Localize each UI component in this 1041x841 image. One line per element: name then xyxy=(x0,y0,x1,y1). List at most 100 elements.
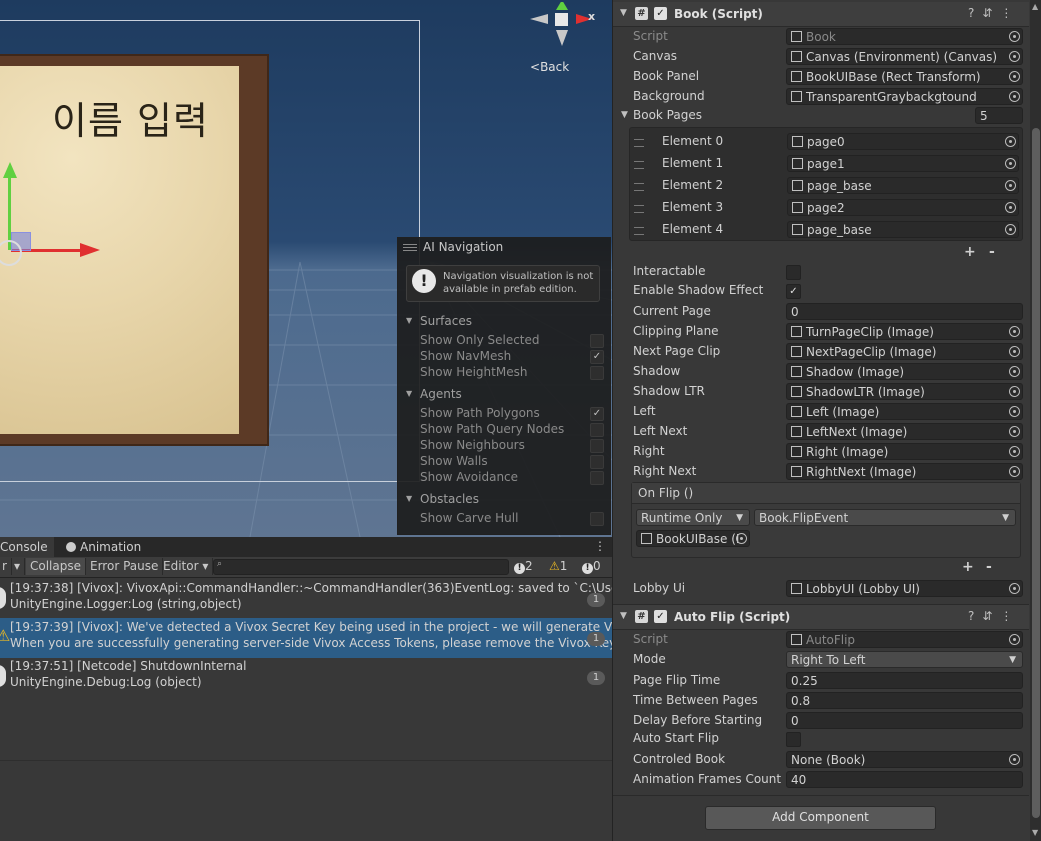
tab-animation[interactable]: Animation xyxy=(60,537,147,557)
log-entry[interactable]: ⚠ [19:37:39] [Vivox]: We've detected a Vi… xyxy=(0,618,669,658)
object-picker-icon[interactable] xyxy=(1009,466,1020,477)
object-picker-icon[interactable] xyxy=(1009,71,1020,82)
scroll-down-icon[interactable]: ▼ xyxy=(1032,828,1038,837)
book-component-header[interactable]: ▼ # ✓ Book (Script) ?⇵⋮ xyxy=(613,2,1029,27)
editor-dropdown[interactable]: Editor ▾ xyxy=(159,558,214,575)
object-picker-icon[interactable] xyxy=(1009,406,1020,417)
element-field[interactable]: page_base xyxy=(787,177,1019,194)
reference-field[interactable]: NextPageClip (Image) xyxy=(786,343,1023,360)
nav-option-checkbox[interactable]: ✓ xyxy=(590,407,604,421)
warning-count-toggle[interactable]: ⚠1 xyxy=(549,559,567,573)
component-menu-icons[interactable]: ?⇵⋮ xyxy=(968,609,1020,623)
element-field[interactable]: page2 xyxy=(787,199,1019,216)
reorder-handle-icon[interactable] xyxy=(634,161,644,169)
drag-handle-icon[interactable] xyxy=(403,244,417,245)
autoflip-component-header[interactable]: ▼ # ✓ Auto Flip (Script) ?⇵⋮ xyxy=(613,604,1029,630)
nav-option-checkbox[interactable] xyxy=(590,366,604,380)
background-field[interactable]: TransparentGraybackgtound xyxy=(786,88,1023,105)
object-picker-icon[interactable] xyxy=(1005,202,1016,213)
component-enabled-checkbox[interactable]: ✓ xyxy=(654,610,667,623)
mode-dropdown[interactable]: Right To Left ▼ xyxy=(786,651,1023,668)
add-component-button[interactable]: Add Component xyxy=(705,806,936,830)
element-field[interactable]: page0 xyxy=(787,133,1019,150)
book-pages-foldout-icon[interactable]: ▼ xyxy=(621,110,628,120)
function-dropdown[interactable]: Book.FlipEvent ▼ xyxy=(754,509,1016,526)
scene-view[interactable]: 이름 입력 x <Back AI Navigation ! Navigation… xyxy=(0,0,612,537)
lobby-ui-field[interactable]: LobbyUI (Lobby UI) xyxy=(786,580,1023,597)
inspector-scrollbar[interactable]: ▲ ▼ xyxy=(1030,0,1041,841)
move-gizmo-y-arrow[interactable] xyxy=(3,162,17,178)
reorder-handle-icon[interactable] xyxy=(634,139,644,147)
foldout-arrow-icon[interactable]: ▼ xyxy=(406,316,412,325)
interactable-checkbox[interactable] xyxy=(786,265,801,280)
foldout-arrow-icon[interactable]: ▼ xyxy=(620,8,627,18)
object-picker-icon[interactable] xyxy=(1009,91,1020,102)
nav-option-checkbox[interactable] xyxy=(590,423,604,437)
remove-element-button[interactable]: - xyxy=(989,244,995,260)
shadow-effect-checkbox[interactable]: ✓ xyxy=(786,284,801,299)
component-enabled-checkbox[interactable]: ✓ xyxy=(654,7,667,20)
ai-navigation-header[interactable]: AI Navigation xyxy=(398,238,610,256)
object-picker-icon[interactable] xyxy=(736,533,747,544)
foldout-arrow-icon[interactable]: ▼ xyxy=(620,611,627,621)
nav-section-obstacles[interactable]: Obstacles xyxy=(420,492,479,506)
object-picker-icon[interactable] xyxy=(1005,180,1016,191)
add-event-button[interactable]: + xyxy=(962,559,974,575)
info-count-toggle[interactable]: ! 2 xyxy=(514,559,533,574)
object-picker-icon[interactable] xyxy=(1005,136,1016,147)
component-menu-icons[interactable]: ?⇵⋮ xyxy=(968,6,1020,20)
auto-start-flip-checkbox[interactable] xyxy=(786,732,801,747)
search-input[interactable]: ⌕ xyxy=(213,559,509,575)
canvas-field[interactable]: Canvas (Environment) (Canvas) xyxy=(786,48,1023,65)
object-picker-icon[interactable] xyxy=(1009,426,1020,437)
add-element-button[interactable]: + xyxy=(964,244,976,260)
reference-field[interactable]: Right (Image) xyxy=(786,443,1023,460)
error-pause-button[interactable]: Error Pause xyxy=(86,558,164,575)
log-entry[interactable]: [19:37:38] [Vivox]: VivoxApi::CommandHan… xyxy=(0,579,657,619)
back-button[interactable]: <Back xyxy=(530,60,569,74)
remove-event-button[interactable]: - xyxy=(986,559,992,575)
nav-option-checkbox[interactable]: ✓ xyxy=(590,350,604,364)
scrollbar-thumb[interactable] xyxy=(1032,128,1040,818)
reference-field[interactable]: RightNext (Image) xyxy=(786,463,1023,480)
nav-option-checkbox[interactable] xyxy=(590,334,604,348)
delay-before-starting-input[interactable]: 0 xyxy=(786,712,1023,729)
object-picker-icon[interactable] xyxy=(1009,326,1020,337)
object-picker-icon[interactable] xyxy=(1009,51,1020,62)
object-picker-icon[interactable] xyxy=(1009,446,1020,457)
book-pages-size-input[interactable]: 5 xyxy=(975,107,1023,124)
clear-dropdown-icon[interactable]: ▾ xyxy=(10,558,26,575)
error-count-toggle[interactable]: ! 0 xyxy=(582,559,601,574)
event-target-field[interactable]: BookUIBase (I xyxy=(636,530,750,547)
move-gizmo-x-arrow[interactable] xyxy=(80,243,100,257)
foldout-arrow-icon[interactable]: ▼ xyxy=(406,494,412,503)
foldout-arrow-icon[interactable]: ▼ xyxy=(406,389,412,398)
object-picker-icon[interactable] xyxy=(1009,583,1020,594)
collapse-button[interactable]: Collapse xyxy=(26,558,86,575)
scroll-up-icon[interactable]: ▲ xyxy=(1032,2,1038,11)
nav-option-checkbox[interactable] xyxy=(590,455,604,469)
animation-frames-input[interactable]: 40 xyxy=(786,771,1023,788)
object-picker-icon[interactable] xyxy=(1005,158,1016,169)
object-picker-icon[interactable] xyxy=(1005,224,1016,235)
reference-field[interactable]: Left (Image) xyxy=(786,403,1023,420)
nav-option-checkbox[interactable] xyxy=(590,439,604,453)
reference-field[interactable]: LeftNext (Image) xyxy=(786,423,1023,440)
reorder-handle-icon[interactable] xyxy=(634,183,644,191)
reference-field[interactable]: Shadow (Image) xyxy=(786,363,1023,380)
page-flip-time-input[interactable]: 0.25 xyxy=(786,672,1023,689)
ai-navigation-overlay[interactable]: AI Navigation ! Navigation visualization… xyxy=(397,237,611,535)
reference-field[interactable]: TurnPageClip (Image) xyxy=(786,323,1023,340)
time-between-pages-input[interactable]: 0.8 xyxy=(786,692,1023,709)
reference-field[interactable]: ShadowLTR (Image) xyxy=(786,383,1023,400)
nav-option-checkbox[interactable] xyxy=(590,512,604,526)
object-picker-icon[interactable] xyxy=(1009,346,1020,357)
controled-book-field[interactable]: None (Book) xyxy=(786,751,1023,768)
runtime-mode-dropdown[interactable]: Runtime Only ▼ xyxy=(636,509,750,526)
current-page-input[interactable]: 0 xyxy=(786,303,1023,320)
reorder-handle-icon[interactable] xyxy=(634,227,644,235)
object-picker-icon[interactable] xyxy=(1009,366,1020,377)
element-field[interactable]: page_base xyxy=(787,221,1019,238)
nav-section-surfaces[interactable]: Surfaces xyxy=(420,314,472,328)
nav-section-agents[interactable]: Agents xyxy=(420,387,462,401)
